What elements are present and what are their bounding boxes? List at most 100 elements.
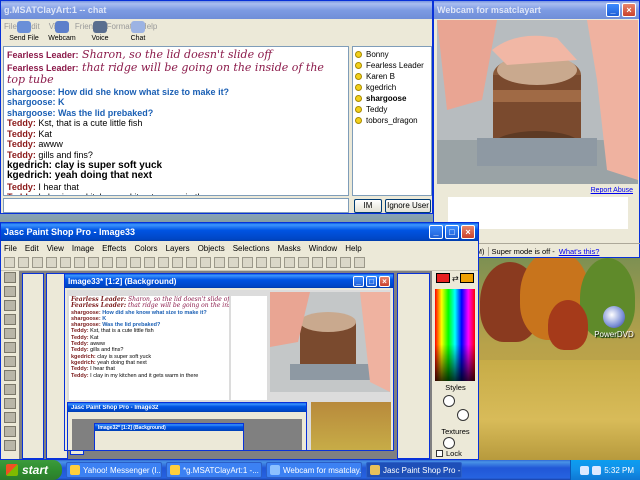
foreground-swatch[interactable] [436,273,450,283]
psp-menu-file[interactable]: File [4,244,17,253]
toolbar-tool-icon[interactable] [214,257,225,268]
chat-input[interactable] [3,198,349,213]
chat-button[interactable]: Chat [119,20,157,43]
paint-tool-icon[interactable] [4,272,16,283]
toolbar-tool-icon[interactable] [270,257,281,268]
toolbar-tool-icon[interactable] [130,257,141,268]
close-button[interactable]: × [622,3,636,17]
close-button[interactable]: × [379,275,390,287]
psp-menu-help[interactable]: Help [345,244,361,253]
minimize-button[interactable]: _ [353,275,364,287]
psp-menu-layers[interactable]: Layers [166,244,190,253]
buddy-list-item[interactable]: shargoose [355,93,429,104]
psp-titlebar[interactable]: Jasc Paint Shop Pro - Image33 _ □ × [1,223,478,241]
paint-tool-icon[interactable] [4,440,16,451]
paint-tool-icon[interactable] [4,342,16,353]
psp-menu-edit[interactable]: Edit [25,244,39,253]
buddy-list-item[interactable]: Teddy [355,104,429,115]
toolbar-tool-icon[interactable] [340,257,351,268]
close-button[interactable]: × [461,225,475,239]
paint-tool-icon[interactable] [4,412,16,423]
paint-tool-icon[interactable] [4,426,16,437]
buddy-list-item[interactable]: Bonny [355,49,429,60]
psp-menu-objects[interactable]: Objects [198,244,225,253]
toolbar-tool-icon[interactable] [312,257,323,268]
toolbar-tool-icon[interactable] [242,257,253,268]
chat-log[interactable]: Fearless Leader: Sharon, so the lid does… [3,46,349,196]
buddy-list-item[interactable]: kgedrich [355,82,429,93]
whats-this-link[interactable]: What's this? [556,247,603,256]
taskbar-item-label: Jasc Paint Shop Pro -... [383,465,462,475]
toolbar-tool-icon[interactable] [228,257,239,268]
minimize-button[interactable]: _ [606,3,620,17]
toolbar-tool-icon[interactable] [256,257,267,268]
style-swatch-bg[interactable] [457,409,469,421]
toolbar-tool-icon[interactable] [88,257,99,268]
swap-colors-icon[interactable]: ⇄ [452,274,459,283]
toolbar-tool-icon[interactable] [32,257,43,268]
paint-tool-icon[interactable] [4,384,16,395]
paint-tool-icon[interactable] [4,328,16,339]
taskbar-item-webcam[interactable]: Webcam for msatclay... [266,462,362,478]
maximize-button[interactable]: □ [366,275,377,287]
toolbar-tool-icon[interactable] [158,257,169,268]
color-picker[interactable] [435,289,475,381]
toolbar-tool-icon[interactable] [326,257,337,268]
psp-menu-masks[interactable]: Masks [278,244,301,253]
toolbar-tool-icon[interactable] [200,257,211,268]
toolbar-tool-icon[interactable] [74,257,85,268]
report-abuse-link[interactable]: Report Abuse [591,187,633,194]
toolbar-tool-icon[interactable] [116,257,127,268]
style-swatch-fg[interactable] [443,395,455,407]
minimize-button[interactable]: _ [429,225,443,239]
psp-menu-image[interactable]: Image [72,244,94,253]
desktop-icon-powerdvd[interactable]: PowerDVD [592,306,636,339]
background-swatch[interactable] [460,273,474,283]
buddy-list[interactable]: Bonny Fearless Leader Karen B kgedrich sharg… [352,46,432,196]
buddy-list-item[interactable]: Karen B [355,71,429,82]
paint-tool-icon[interactable] [4,398,16,409]
lock-check-box[interactable] [436,450,443,457]
buddy-list-item[interactable]: Fearless Leader [355,60,429,71]
paint-tool-icon[interactable] [4,356,16,367]
volume-icon[interactable] [592,465,602,475]
image33-titlebar[interactable]: Image33* [1:2] (Background) _ □ × [65,274,393,288]
toolbar-tool-icon[interactable] [172,257,183,268]
lock-checkbox[interactable]: Lock [436,449,462,458]
taskbar-item-yahoo[interactable]: Yahoo! Messenger (l... [66,462,162,478]
taskbar-item-psp[interactable]: Jasc Paint Shop Pro -... [366,462,462,478]
im-button[interactable]: IM [354,199,382,213]
toolbar-tool-icon[interactable] [284,257,295,268]
buddy-list-item[interactable]: tobors_dragon [355,115,429,126]
toolbar-tool-icon[interactable] [298,257,309,268]
texture-swatch-fg[interactable] [443,437,455,449]
toolbar-tool-icon[interactable] [18,257,29,268]
image33-canvas[interactable]: Fearless Leader: Sharon, so the lid does… [67,290,391,450]
paint-tool-icon[interactable] [4,300,16,311]
ignore-user-button[interactable]: Ignore User [385,199,431,213]
toolbar-tool-icon[interactable] [60,257,71,268]
psp-menu-colors[interactable]: Colors [134,244,157,253]
paint-tool-icon[interactable] [4,370,16,381]
webcam-button[interactable]: Webcam [43,20,81,43]
send-file-button[interactable]: Send File [5,20,43,43]
toolbar-tool-icon[interactable] [186,257,197,268]
toolbar-tool-icon[interactable] [4,257,15,268]
psp-menu-view[interactable]: View [47,244,64,253]
psp-menu-window[interactable]: Window [309,244,337,253]
chat-titlebar[interactable]: g.MSATClayArt:1 -- chat [1,1,432,19]
network-icon[interactable] [580,465,590,475]
voice-button[interactable]: Voice [81,20,119,43]
maximize-button[interactable]: □ [445,225,459,239]
paint-tool-icon[interactable] [4,286,16,297]
toolbar-tool-icon[interactable] [46,257,57,268]
toolbar-tool-icon[interactable] [144,257,155,268]
psp-menu-effects[interactable]: Effects [102,244,126,253]
paint-tool-icon[interactable] [4,314,16,325]
psp-menu-selections[interactable]: Selections [233,244,270,253]
taskbar-item-chat[interactable]: *g.MSATClayArt:1 -... [166,462,262,478]
start-button[interactable]: start [0,460,62,480]
webcam-titlebar[interactable]: Webcam for msatclayart _ × [434,1,639,19]
toolbar-tool-icon[interactable] [354,257,365,268]
toolbar-tool-icon[interactable] [102,257,113,268]
